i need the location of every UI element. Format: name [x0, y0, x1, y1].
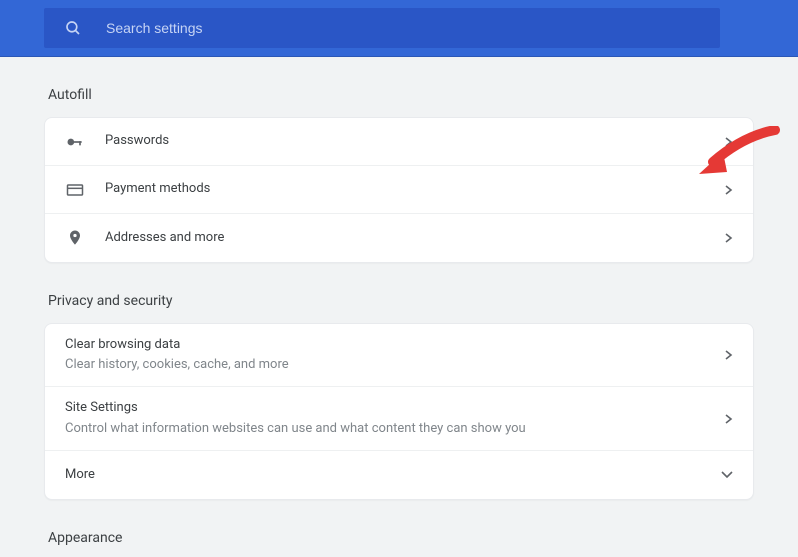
- autofill-card: Passwords Payment methods: [44, 117, 754, 263]
- row-sublabel: Control what information websites can us…: [65, 420, 717, 438]
- row-label: More: [65, 466, 713, 484]
- row-label-wrap: Passwords: [105, 132, 717, 150]
- chevron-right-icon: [725, 185, 733, 195]
- row-sublabel: Clear history, cookies, cache, and more: [65, 356, 717, 374]
- row-site-settings[interactable]: Site Settings Control what information w…: [45, 387, 753, 450]
- row-label: Addresses and more: [105, 229, 717, 247]
- row-more[interactable]: More: [45, 451, 753, 499]
- search-icon: [64, 19, 82, 37]
- key-icon: [65, 132, 105, 152]
- row-payment-methods[interactable]: Payment methods: [45, 166, 753, 214]
- privacy-card: Clear browsing data Clear history, cooki…: [44, 323, 754, 500]
- search-settings-bar[interactable]: [44, 8, 720, 48]
- row-label: Site Settings: [65, 399, 717, 417]
- chevron-right-icon: [725, 350, 733, 360]
- row-passwords[interactable]: Passwords: [45, 118, 753, 166]
- row-text-wrap: More: [65, 466, 713, 484]
- settings-content: Autofill Passwords: [0, 87, 798, 546]
- row-label-wrap: Addresses and more: [105, 229, 717, 247]
- section-title-autofill: Autofill: [48, 87, 754, 103]
- search-input[interactable]: [106, 20, 700, 36]
- chevron-right-icon: [725, 233, 733, 243]
- section-title-appearance: Appearance: [48, 530, 754, 546]
- row-text-wrap: Site Settings Control what information w…: [65, 399, 717, 437]
- chevron-right-icon: [725, 414, 733, 424]
- row-addresses[interactable]: Addresses and more: [45, 214, 753, 262]
- row-text-wrap: Clear browsing data Clear history, cooki…: [65, 336, 717, 374]
- settings-header: [0, 0, 798, 57]
- row-clear-browsing-data[interactable]: Clear browsing data Clear history, cooki…: [45, 324, 753, 387]
- row-label-wrap: Payment methods: [105, 180, 717, 198]
- chevron-down-icon: [721, 471, 733, 479]
- credit-card-icon: [65, 180, 105, 200]
- section-title-privacy: Privacy and security: [48, 293, 754, 309]
- row-label: Clear browsing data: [65, 336, 717, 354]
- row-label: Passwords: [105, 132, 717, 150]
- location-pin-icon: [65, 228, 105, 248]
- row-label: Payment methods: [105, 180, 717, 198]
- chevron-right-icon: [725, 137, 733, 147]
